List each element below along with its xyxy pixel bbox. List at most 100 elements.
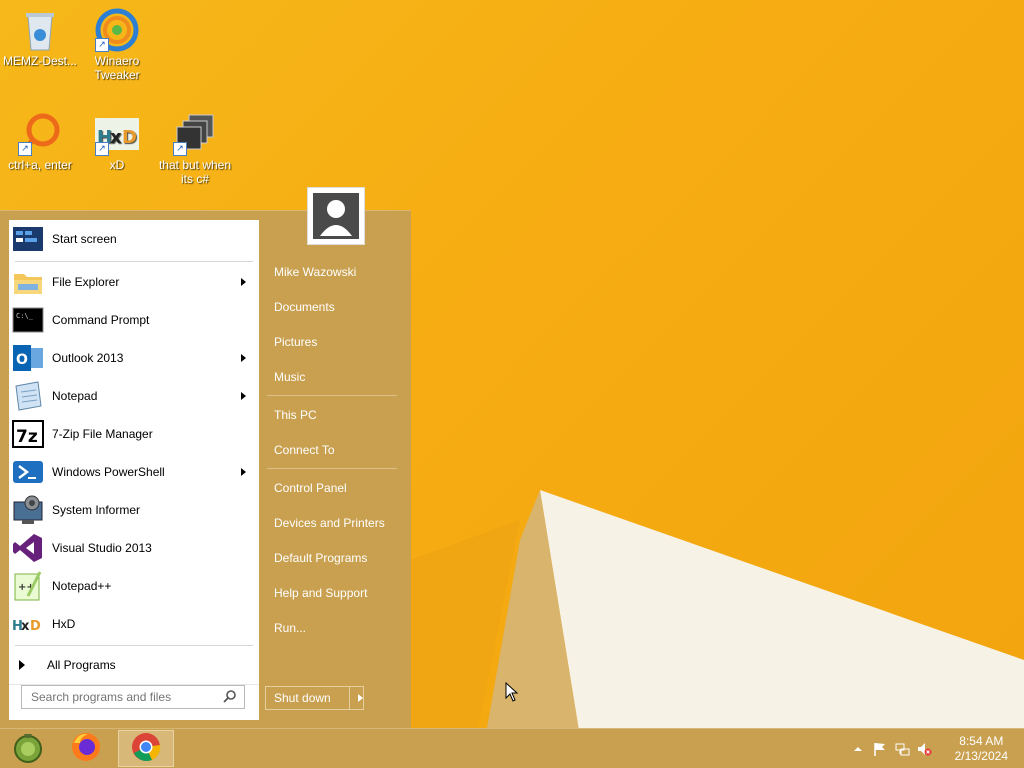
desktop-icon-ctrl-a-enter[interactable]: ↗ ctrl+a, enter — [0, 112, 80, 172]
shutdown-button[interactable]: Shut down — [266, 691, 349, 705]
menu-item-label: Command Prompt — [52, 313, 150, 327]
menu-item-file-explorer[interactable]: File Explorer — [9, 263, 259, 301]
submenu-arrow-icon — [241, 392, 246, 400]
svg-text:O: O — [16, 352, 28, 368]
menu-item-label: Windows PowerShell — [52, 465, 165, 479]
pictures-link[interactable]: Pictures — [274, 335, 317, 349]
svg-text:x: x — [110, 127, 122, 148]
start-orb-icon — [11, 730, 45, 767]
desktop-icon-winaero[interactable]: ↗ Winaero Tweaker — [77, 8, 157, 82]
menu-item-command-prompt[interactable]: C:\_ Command Prompt — [9, 301, 259, 339]
menu-item-start-screen[interactable]: Start screen — [9, 220, 259, 258]
menu-item-label: Notepad++ — [52, 579, 112, 593]
stacked-windows-icon: ↗ — [173, 112, 217, 156]
firefox-icon — [70, 731, 102, 766]
system-tray: 8:54 AM 2/13/2024 — [824, 729, 1024, 768]
desktop-icon-label: MEMZ-Dest... — [3, 54, 77, 68]
expand-arrow-icon — [19, 660, 25, 670]
speaker-muted-icon[interactable] — [916, 741, 932, 757]
menu-item-label: Outlook 2013 — [52, 351, 124, 365]
shutdown-divider — [349, 687, 350, 709]
notepadpp-icon: ++ — [12, 570, 44, 602]
menu-item-visual-studio[interactable]: Visual Studio 2013 — [9, 529, 259, 567]
default-programs-link[interactable]: Default Programs — [274, 551, 367, 565]
shutdown-options-arrow-icon[interactable] — [358, 694, 363, 702]
folder-icon — [12, 266, 44, 298]
desktop-icon-label: Winaero Tweaker — [94, 54, 140, 82]
menu-item-notepad[interactable]: Notepad — [9, 377, 259, 415]
all-programs-label: All Programs — [47, 658, 116, 672]
documents-link[interactable]: Documents — [274, 300, 335, 314]
chevron-up-icon[interactable] — [850, 741, 866, 757]
svg-text:7z: 7z — [16, 427, 38, 447]
search-input[interactable] — [29, 689, 223, 705]
svg-text:C:\_: C:\_ — [16, 312, 34, 320]
hxd-icon: HxD ↗ — [95, 112, 139, 156]
flag-icon[interactable] — [872, 741, 888, 757]
desktop-icon-xd[interactable]: HxD ↗ xD — [77, 112, 157, 172]
recycle-bin-icon — [18, 8, 62, 52]
menu-item-hxd[interactable]: HxD HxD — [9, 605, 259, 643]
desktop-icon-memz[interactable]: MEMZ-Dest... — [0, 8, 80, 68]
menu-item-label: System Informer — [52, 503, 141, 517]
network-icon[interactable] — [894, 741, 910, 757]
start-menu-programs-pane: Start screen File Explorer C:\_ Command … — [9, 220, 259, 720]
shortcut-arrow-icon: ↗ — [18, 142, 32, 156]
shortcut-arrow-icon: ↗ — [173, 142, 187, 156]
clock-time: 8:54 AM — [959, 734, 1004, 748]
start-screen-icon — [12, 223, 44, 255]
magnifier-ring-icon: ↗ — [18, 112, 62, 156]
clock[interactable]: 8:54 AM 2/13/2024 — [955, 734, 1008, 764]
svg-text:x: x — [21, 619, 30, 634]
taskbar-chrome-button[interactable] — [118, 730, 174, 767]
desktop-icon-that-but-when[interactable]: ↗ that but when its c# — [155, 112, 235, 186]
menu-item-system-informer[interactable]: System Informer — [9, 491, 259, 529]
taskbar-firefox-button[interactable] — [58, 730, 114, 767]
visual-studio-icon — [12, 532, 44, 564]
user-name-link[interactable]: Mike Wazowski — [274, 265, 356, 279]
desktop-icon-label: ctrl+a, enter — [8, 158, 72, 172]
start-menu: Start screen File Explorer C:\_ Command … — [0, 187, 411, 729]
hxd-icon: HxD — [12, 608, 44, 640]
menu-item-notepadpp[interactable]: ++ Notepad++ — [9, 567, 259, 605]
desktop-icon-label: xD — [109, 158, 125, 172]
start-orb-button[interactable] — [0, 730, 56, 767]
powershell-icon — [12, 456, 44, 488]
search-box[interactable] — [21, 685, 245, 709]
connect-to-link[interactable]: Connect To — [274, 443, 335, 457]
menu-item-label: Start screen — [52, 232, 117, 246]
svg-text:D: D — [122, 127, 137, 148]
all-programs-button[interactable]: All Programs — [9, 650, 259, 680]
menu-separator — [15, 645, 253, 646]
outlook-icon: O — [12, 342, 44, 374]
7zip-icon: 7z — [12, 418, 44, 450]
help-support-link[interactable]: Help and Support — [274, 586, 367, 600]
run-link[interactable]: Run... — [274, 621, 306, 635]
clock-date: 2/13/2024 — [954, 749, 1008, 763]
chrome-icon — [130, 731, 162, 766]
command-prompt-icon: C:\_ — [12, 304, 44, 336]
menu-item-label: Visual Studio 2013 — [52, 541, 152, 555]
menu-item-label: File Explorer — [52, 275, 120, 289]
devices-printers-link[interactable]: Devices and Printers — [274, 516, 385, 530]
mouse-cursor-icon — [505, 681, 519, 705]
taskbar: 8:54 AM 2/13/2024 — [0, 728, 1024, 768]
svg-text:D: D — [30, 619, 41, 634]
music-link[interactable]: Music — [274, 370, 305, 384]
notepad-icon — [12, 380, 44, 412]
menu-item-label: Notepad — [52, 389, 98, 403]
this-pc-link[interactable]: This PC — [274, 408, 317, 422]
menu-item-7zip[interactable]: 7z 7-Zip File Manager — [9, 415, 259, 453]
submenu-arrow-icon — [241, 354, 246, 362]
search-icon[interactable] — [223, 689, 237, 706]
shutdown-button-group: Shut down — [265, 686, 364, 710]
menu-item-powershell[interactable]: Windows PowerShell — [9, 453, 259, 491]
shortcut-arrow-icon: ↗ — [95, 142, 109, 156]
submenu-arrow-icon — [241, 278, 246, 286]
submenu-arrow-icon — [241, 468, 246, 476]
winaero-tweaker-icon: ↗ — [95, 8, 139, 52]
menu-item-outlook[interactable]: O Outlook 2013 — [9, 339, 259, 377]
user-avatar-icon[interactable] — [307, 187, 365, 245]
control-panel-link[interactable]: Control Panel — [274, 481, 347, 495]
menu-item-label: 7-Zip File Manager — [52, 427, 153, 441]
